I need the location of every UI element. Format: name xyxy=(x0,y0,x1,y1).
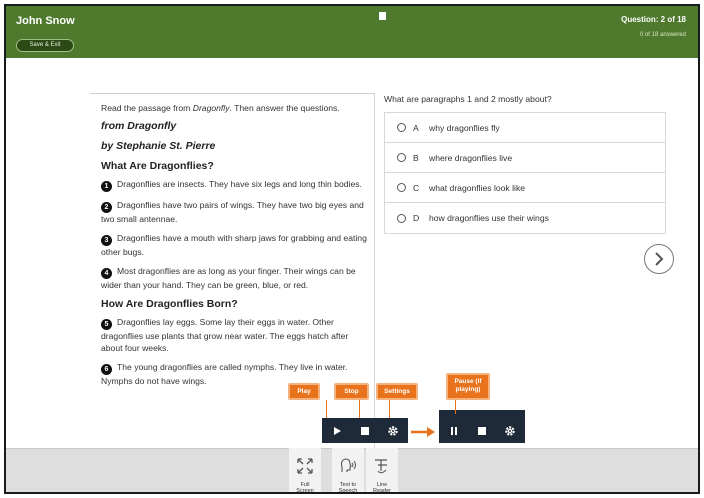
pause-callout: Pause (if playing) xyxy=(446,373,490,400)
stop-button[interactable] xyxy=(469,418,495,443)
choice-letter: A xyxy=(413,122,419,133)
callout-connector xyxy=(455,400,456,414)
callout-connector xyxy=(359,400,360,418)
question-counter: Question: 2 of 18 xyxy=(621,15,686,24)
line-reader-button[interactable]: Line Reader xyxy=(366,448,398,494)
choice-text: how dragonflies use their wings xyxy=(429,213,549,223)
student-name: John Snow xyxy=(16,15,75,27)
app-frame: John Snow Save & Exit Question: 2 of 18 … xyxy=(4,4,700,494)
top-header: John Snow Save & Exit Question: 2 of 18 … xyxy=(6,6,698,58)
next-question-button[interactable] xyxy=(644,244,674,274)
paragraph-number-badge: 2 xyxy=(101,202,112,213)
paragraph-number-badge: 5 xyxy=(101,319,112,330)
column-divider xyxy=(374,93,375,453)
paragraph-2: 2 Dragonflies have two pairs of wings. Th… xyxy=(101,200,364,224)
paragraph-number-badge: 3 xyxy=(101,235,112,246)
text-to-speech-button[interactable]: Text to Speech xyxy=(332,448,364,494)
callout-connector xyxy=(326,400,327,418)
flag-icon[interactable] xyxy=(379,12,386,20)
answered-count: 0 of 18 answered xyxy=(639,32,686,38)
tool-label: Full Screen xyxy=(296,482,314,494)
passage-instructions: Read the passage from Dragonfly. Then an… xyxy=(101,103,340,113)
settings-button[interactable] xyxy=(380,418,406,443)
gear-icon xyxy=(388,425,398,436)
arrow-right-icon xyxy=(411,427,435,437)
tool-label: Text to Speech xyxy=(338,482,358,494)
tts-player-stopped xyxy=(322,418,408,443)
play-button[interactable] xyxy=(324,418,350,443)
chevron-right-icon xyxy=(655,252,664,266)
gear-icon xyxy=(505,425,515,436)
section-heading: What Are Dragonflies? xyxy=(101,160,214,172)
section-heading: How Are Dragonflies Born? xyxy=(101,298,238,310)
tts-player-playing xyxy=(439,410,525,443)
paragraph-1: 1 Dragonflies are insects. They have six … xyxy=(101,178,369,192)
radio-icon[interactable] xyxy=(397,183,406,192)
choice-letter: B xyxy=(413,152,419,163)
tool-label: Line Reader xyxy=(372,482,392,494)
radio-icon[interactable] xyxy=(397,213,406,223)
paragraph-5: 5 Dragonflies lay eggs. Some lay their eg… xyxy=(101,317,349,353)
reading-passage: Read the passage from Dragonfly. Then an… xyxy=(101,102,369,394)
full-screen-button[interactable]: Full Screen xyxy=(289,448,321,494)
stop-icon xyxy=(478,426,486,435)
choice-text: where dragonflies live xyxy=(429,152,513,163)
passage-top-rule xyxy=(90,93,374,94)
passage-source-title: from Dragonfly xyxy=(101,120,177,132)
question-stem: What are paragraphs 1 and 2 mostly about… xyxy=(384,94,552,104)
paragraph-number-badge: 1 xyxy=(101,181,112,192)
expand-icon xyxy=(297,458,313,474)
choice-text: what dragonflies look like xyxy=(429,182,526,193)
line-reader-icon xyxy=(375,459,387,474)
callout-connector xyxy=(389,400,390,418)
stop-icon xyxy=(361,426,369,435)
stop-button[interactable] xyxy=(352,418,378,443)
choice-letter: C xyxy=(413,182,420,193)
answer-choices: Awhy dragonflies fly Bwhere dragonflies … xyxy=(384,112,666,234)
answer-choice-b[interactable]: Bwhere dragonflies live xyxy=(385,143,665,173)
answer-choice-d[interactable]: Dhow dragonflies use their wings xyxy=(385,203,665,233)
paragraph-number-badge: 4 xyxy=(101,268,112,279)
play-icon xyxy=(334,426,341,435)
answer-choice-a[interactable]: Awhy dragonflies fly xyxy=(385,113,665,143)
radio-icon[interactable] xyxy=(397,153,406,162)
paragraph-6: 6 The young dragonflies are called nymphs… xyxy=(101,362,348,386)
paragraph-4: 4 Most dragonflies are as long as your fi… xyxy=(101,266,356,290)
paragraph-3: 3 Dragonflies have a mouth with sharp jaw… xyxy=(101,233,367,257)
answer-choice-c[interactable]: Cwhat dragonflies look like xyxy=(385,173,665,203)
save-exit-button[interactable]: Save & Exit xyxy=(16,39,74,52)
stop-callout: Stop xyxy=(334,383,369,400)
pause-icon xyxy=(451,426,457,435)
choice-text: why dragonflies fly xyxy=(429,122,500,133)
settings-button[interactable] xyxy=(497,418,523,443)
passage-author: by Stephanie St. Pierre xyxy=(101,140,216,152)
speaking-head-icon xyxy=(340,458,356,472)
paragraph-number-badge: 6 xyxy=(101,364,112,375)
play-callout: Play xyxy=(288,383,320,400)
settings-callout: Settings xyxy=(376,383,418,400)
radio-icon[interactable] xyxy=(397,123,406,132)
pause-button[interactable] xyxy=(441,418,467,443)
choice-letter: D xyxy=(413,213,420,223)
